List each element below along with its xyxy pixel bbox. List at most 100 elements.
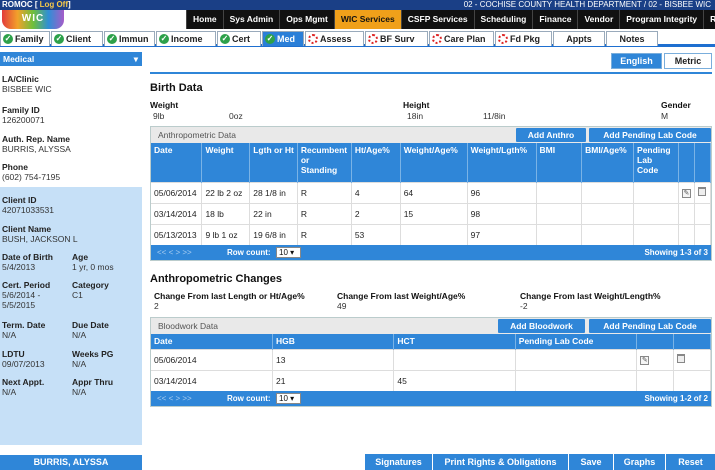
tab-cert[interactable]: ✓ Cert	[217, 31, 261, 46]
edit-icon[interactable]: ✎	[681, 189, 691, 198]
tab-label: Immun	[119, 34, 149, 44]
chevron-down-icon: ▾	[133, 54, 138, 64]
cell-edit: ✎	[678, 181, 695, 203]
tab-notes[interactable]: Notes	[606, 31, 658, 46]
appr-thru-value: N/A	[72, 387, 87, 397]
col-date[interactable]: Date	[151, 143, 203, 182]
print-rights-button[interactable]: Print Rights & Obligations	[432, 454, 568, 470]
metric-button[interactable]: Metric	[664, 53, 712, 69]
next-appt-field: Next Appt. N/A	[2, 377, 44, 397]
col-bmi[interactable]: BMI	[536, 143, 583, 182]
logoff-link[interactable]: Log Off	[40, 0, 68, 9]
add-pending-lab-code-button[interactable]: Add Pending Lab Code	[589, 128, 711, 142]
birth-height-frac: 11/8in	[483, 111, 506, 121]
pager-nav[interactable]: << < > >>	[157, 391, 192, 406]
signatures-button[interactable]: Signatures	[364, 454, 432, 470]
auth-rep-label: Auth. Rep. Name	[2, 134, 71, 144]
tab-assess[interactable]: Assess	[305, 31, 364, 46]
sidebar-select[interactable]: Medical ▾	[0, 52, 142, 66]
col-hct[interactable]: HCT	[393, 334, 516, 349]
menu-reports[interactable]: Reports	[703, 10, 715, 29]
col-delete	[694, 143, 712, 182]
table-row[interactable]: 05/13/2013 9 lb 1 oz 19 6/8 in R 53 97	[151, 223, 712, 245]
showing-text: Showing 1-3 of 3	[644, 248, 708, 257]
tab-med[interactable]: ✓ Med	[262, 31, 304, 46]
col-length[interactable]: Lgth or Ht	[249, 143, 298, 182]
col-bmi-age[interactable]: BMI/Age%	[581, 143, 635, 182]
add-bloodwork-button[interactable]: Add Bloodwork	[498, 319, 585, 333]
menu-sys-admin[interactable]: Sys Admin	[222, 10, 280, 29]
tab-care-plan[interactable]: Care Plan	[429, 31, 494, 46]
app-root: ROMOC [Log Off] 02 - COCHISE COUNTY HEAL…	[0, 0, 715, 470]
menu-vendor[interactable]: Vendor	[577, 10, 619, 29]
pager-nav[interactable]: << < > >>	[157, 245, 192, 260]
header-divider	[150, 72, 712, 74]
cell-delete	[694, 181, 712, 203]
weeks-pg-label: Weeks PG	[72, 349, 114, 359]
check-icon: ✓	[159, 34, 169, 44]
table-row[interactable]: 03/14/2014 18 lb 22 in R 2 15 98	[151, 202, 712, 224]
cert-period-end: 5/5/2015	[2, 300, 36, 310]
auth-rep-field: Auth. Rep. Name BURRIS, ALYSSA	[2, 134, 71, 154]
tab-appts[interactable]: Appts	[553, 31, 605, 46]
tab-family[interactable]: ✓ Family	[0, 31, 50, 46]
tab-fd-pkg[interactable]: Fd Pkg	[495, 31, 552, 46]
check-icon: ✓	[54, 34, 64, 44]
bloodwork-panel: Bloodwork Data Add Bloodwork Add Pending…	[150, 317, 712, 407]
tab-label: Med	[277, 34, 295, 44]
cell-delete	[673, 348, 711, 370]
trash-icon[interactable]	[677, 354, 686, 363]
sidebar-auth-rep-footer[interactable]: BURRIS, ALYSSA	[0, 455, 142, 470]
tab-immun[interactable]: ✓ Immun	[104, 31, 155, 46]
english-button[interactable]: English	[611, 53, 662, 69]
sidebar-select-value: Medical	[3, 54, 35, 64]
cell-weight-age: 15	[400, 202, 468, 224]
menu-ops-mgmt[interactable]: Ops Mgmt	[279, 10, 334, 29]
cell-hgb: 13	[272, 348, 395, 370]
menu-program-integrity[interactable]: Program Integrity	[619, 10, 703, 29]
dob-value: 5/4/2013	[2, 262, 36, 272]
edit-icon[interactable]: ✎	[640, 356, 650, 365]
menu-csfp-services[interactable]: CSFP Services	[400, 10, 474, 29]
col-pending-lab[interactable]: Pending Lab Code	[515, 334, 638, 349]
col-weight-lgth[interactable]: Weight/Lgth%	[467, 143, 537, 182]
table-row[interactable]: 05/06/2014 22 lb 2 oz 28 1/8 in R 4 64 9…	[151, 181, 712, 203]
table-row[interactable]: 03/14/2014 21 45	[151, 369, 711, 391]
row-count-select[interactable]: 10 ▾	[276, 393, 301, 404]
bloodwork-panel-header: Bloodwork Data Add Bloodwork Add Pending…	[151, 318, 711, 334]
cell-date: 03/14/2014	[151, 202, 203, 224]
change-weight-age-value: 49	[337, 301, 347, 311]
tab-bf-surv[interactable]: BF Surv	[365, 31, 428, 46]
add-pending-lab-code-button[interactable]: Add Pending Lab Code	[589, 319, 711, 333]
row-count-select[interactable]: 10 ▾	[276, 247, 301, 258]
col-date[interactable]: Date	[151, 334, 274, 349]
col-weight-age[interactable]: Weight/Age%	[400, 143, 468, 182]
graphs-button[interactable]: Graphs	[613, 454, 665, 470]
la-clinic-value: BISBEE WIC	[2, 84, 52, 94]
reset-button[interactable]: Reset	[665, 454, 715, 470]
chevron-down-icon: ▾	[290, 394, 295, 403]
col-recumbent[interactable]: Recumbent or Standing	[297, 143, 352, 182]
birth-weight-label: Weight	[150, 100, 179, 110]
age-label: Age	[72, 252, 89, 262]
menu-wic-services[interactable]: WIC Services	[333, 10, 401, 29]
menu-home[interactable]: Home	[186, 10, 223, 29]
save-button[interactable]: Save	[568, 454, 613, 470]
tab-client[interactable]: ✓ Client	[51, 31, 103, 46]
cell-edit	[636, 369, 675, 391]
category-label: Category	[72, 280, 109, 290]
showing-text: Showing 1-2 of 2	[644, 394, 708, 403]
col-ht-age[interactable]: Ht/Age%	[351, 143, 401, 182]
menu-finance[interactable]: Finance	[532, 10, 577, 29]
incomplete-icon	[308, 34, 318, 44]
menu-scheduling[interactable]: Scheduling	[473, 10, 533, 29]
trash-icon[interactable]	[697, 187, 706, 196]
col-hgb[interactable]: HGB	[272, 334, 395, 349]
anthro-panel-header: Anthropometric Data Add Anthro Add Pendi…	[151, 127, 711, 143]
col-pending-lab[interactable]: Pending Lab Code	[633, 143, 679, 182]
table-row[interactable]: 05/06/2014 13 ✎	[151, 348, 711, 370]
cell-date: 05/06/2014	[151, 348, 274, 370]
add-anthro-button[interactable]: Add Anthro	[516, 128, 586, 142]
tab-income[interactable]: ✓ Income	[156, 31, 216, 46]
col-weight[interactable]: Weight	[201, 143, 251, 182]
